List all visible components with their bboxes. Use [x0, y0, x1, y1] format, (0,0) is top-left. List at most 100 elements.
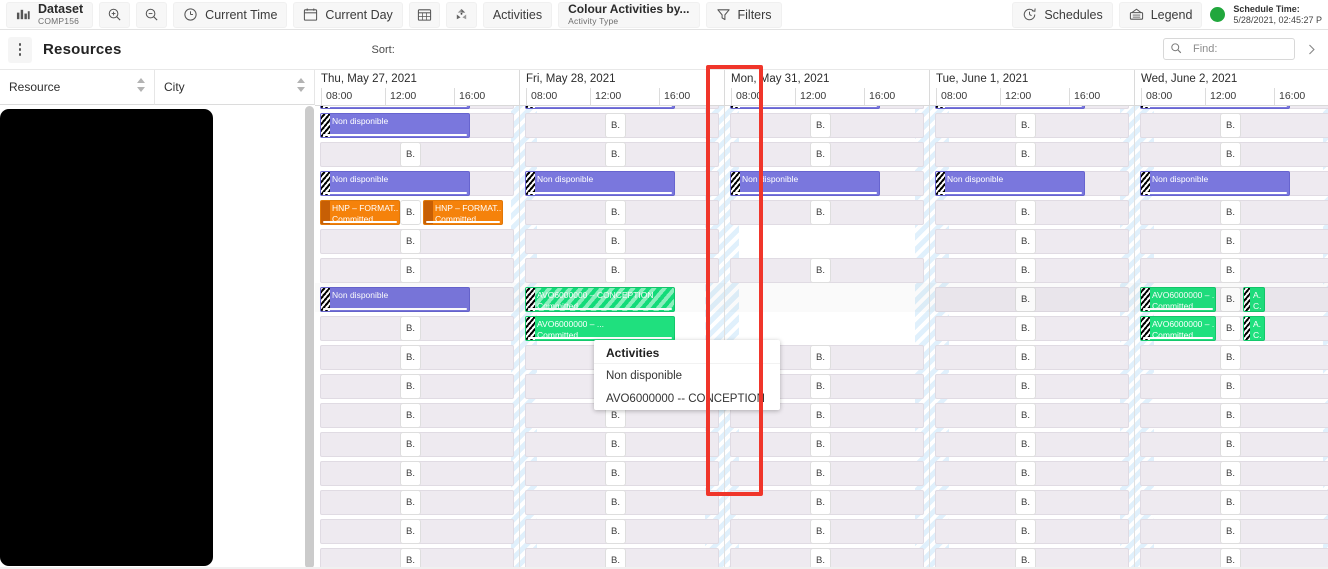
- activity-chip-b-4-2[interactable]: B.: [1220, 142, 1241, 167]
- activities-button[interactable]: Activities: [482, 1, 553, 28]
- kebab-menu-icon[interactable]: [8, 36, 32, 63]
- network-button[interactable]: [445, 1, 477, 28]
- activity-chip-b-0-2[interactable]: B.: [400, 142, 421, 167]
- activity-hnp-0-4-b[interactable]: HNP – FORMAT... Committed: [423, 200, 503, 225]
- timeline-grid[interactable]: Non disponible Non disponible B. Non dispon…: [315, 106, 1328, 569]
- activity-chip-b-3-2[interactable]: B.: [1015, 142, 1036, 167]
- activity-chip-b-3-13[interactable]: B.: [1015, 461, 1036, 486]
- activity-non-disponible-0-3[interactable]: Non disponible: [320, 171, 470, 196]
- activity-chip-b-1-2[interactable]: B.: [605, 142, 626, 167]
- activity-chip-b-4-9[interactable]: B.: [1220, 345, 1241, 370]
- activity-chip-b-2-14[interactable]: B.: [810, 490, 831, 515]
- activity-hnp-0-4-a[interactable]: HNP – FORMAT... Committed: [320, 200, 400, 225]
- activity-chip-b-3-1[interactable]: B.: [1015, 113, 1036, 138]
- activity-chip-b-0-8[interactable]: B.: [400, 316, 421, 341]
- activity-non-disponible-4-3[interactable]: Non disponible: [1140, 171, 1290, 196]
- activity-non-disponible-0-1[interactable]: Non disponible: [320, 113, 470, 138]
- activity-non-disponible-2-3[interactable]: Non disponible: [730, 171, 880, 196]
- zoom-in-button[interactable]: [99, 1, 131, 28]
- activity-chip-b-4-4[interactable]: B.: [1220, 200, 1241, 225]
- activity-chip-b-1-14[interactable]: B.: [605, 490, 626, 515]
- activity-non-disponible-0-0[interactable]: Non disponible: [320, 106, 470, 109]
- activity-chip-b-2-16[interactable]: B.: [810, 548, 831, 569]
- activity-chip-b-2-2[interactable]: B.: [810, 142, 831, 167]
- current-day-button[interactable]: Current Day: [293, 1, 403, 28]
- activities-popup-item-0[interactable]: Non disponible: [606, 370, 682, 382]
- search-input[interactable]: [1191, 42, 1288, 56]
- chevron-right-icon[interactable]: [1300, 38, 1322, 60]
- activity-chip-b-1-4[interactable]: B.: [605, 200, 626, 225]
- activity-chip-b-2-1[interactable]: B.: [810, 113, 831, 138]
- activities-popup-item-1[interactable]: AVO6000000 -- CONCEPTION: [606, 393, 765, 405]
- activity-chip-b-2-10[interactable]: B.: [810, 374, 831, 399]
- activity-avo-4-8[interactable]: AVO6000000 – ... Committed: [1140, 316, 1216, 341]
- find-input-wrapper[interactable]: [1163, 38, 1295, 60]
- activity-chip-b-4-11[interactable]: B.: [1220, 403, 1241, 428]
- activity-chip-b-3-12[interactable]: B.: [1015, 432, 1036, 457]
- activity-chip-b-0-6[interactable]: B.: [400, 258, 421, 283]
- activity-chip-b-4-16[interactable]: B.: [1220, 548, 1241, 569]
- column-header-resource[interactable]: Resource: [0, 70, 155, 105]
- activity-chip-b-3-6[interactable]: B.: [1015, 258, 1036, 283]
- colour-activities-by-button[interactable]: Colour Activities by... Activity Type: [558, 1, 700, 28]
- activity-avo-1-8[interactable]: AVO6000000 – ... Committed: [525, 316, 675, 341]
- sort-arrows-icon[interactable]: [136, 78, 145, 96]
- activity-chip-b-1-1[interactable]: B.: [605, 113, 626, 138]
- activity-chip-b-0-4[interactable]: B.: [400, 200, 421, 225]
- current-time-button[interactable]: Current Time: [173, 1, 288, 28]
- activity-chip-b-0-10[interactable]: B.: [400, 374, 421, 399]
- activity-chip-b-1-5[interactable]: B.: [605, 229, 626, 254]
- activity-chip-b-4-15[interactable]: B.: [1220, 519, 1241, 544]
- schedules-button[interactable]: Schedules: [1012, 1, 1113, 28]
- activity-chip-b-2-4[interactable]: B.: [810, 200, 831, 225]
- activity-non-disponible-1-3[interactable]: Non disponible: [525, 171, 675, 196]
- activity-chip-b-2-6[interactable]: B.: [810, 258, 831, 283]
- activity-chip-b-2-15[interactable]: B.: [810, 519, 831, 544]
- activity-chip-b-0-16[interactable]: B.: [400, 548, 421, 569]
- activity-chip-b-0-14[interactable]: B.: [400, 490, 421, 515]
- activity-chip-b-0-9[interactable]: B.: [400, 345, 421, 370]
- scrollbar-thumb[interactable]: [305, 106, 314, 569]
- filters-button[interactable]: Filters: [705, 1, 782, 28]
- activities-popup[interactable]: Activities Non disponible AVO6000000 -- …: [594, 340, 780, 410]
- activity-chip-b-4-8[interactable]: B.: [1220, 316, 1241, 341]
- schedule-time-indicator[interactable]: Schedule Time: 5/28/2021, 02:45:27 P: [1210, 4, 1322, 25]
- activity-chip-b-2-12[interactable]: B.: [810, 432, 831, 457]
- activity-chip-b-2-9[interactable]: B.: [810, 345, 831, 370]
- activity-chip-b-0-12[interactable]: B.: [400, 432, 421, 457]
- legend-button[interactable]: Legend: [1118, 1, 1203, 28]
- activity-chip-b-2-13[interactable]: B.: [810, 461, 831, 486]
- activity-ac-chip-4-8[interactable]: A. C.: [1243, 316, 1265, 341]
- activity-chip-b-4-12[interactable]: B.: [1220, 432, 1241, 457]
- activity-chip-b-4-14[interactable]: B.: [1220, 490, 1241, 515]
- activity-chip-b-1-15[interactable]: B.: [605, 519, 626, 544]
- activity-chip-b-3-4[interactable]: B.: [1015, 200, 1036, 225]
- activity-chip-b-3-15[interactable]: B.: [1015, 519, 1036, 544]
- dataset-button[interactable]: Dataset COMP156: [6, 1, 94, 28]
- activity-chip-b-0-11[interactable]: B.: [400, 403, 421, 428]
- activity-chip-b-3-10[interactable]: B.: [1015, 374, 1036, 399]
- activity-chip-b-0-15[interactable]: B.: [400, 519, 421, 544]
- activity-chip-b-3-16[interactable]: B.: [1015, 548, 1036, 569]
- activity-chip-b-4-6[interactable]: B.: [1220, 258, 1241, 283]
- activity-non-disponible-3-0[interactable]: Non disponible: [935, 106, 1085, 109]
- activity-chip-b-1-12[interactable]: B.: [605, 432, 626, 457]
- zoom-out-button[interactable]: [136, 1, 168, 28]
- activity-non-disponible-2-0[interactable]: Non disponible: [730, 106, 880, 109]
- activity-chip-b-3-5[interactable]: B.: [1015, 229, 1036, 254]
- activity-chip-b-3-8[interactable]: B.: [1015, 316, 1036, 341]
- activity-non-disponible-1-0[interactable]: Non disponible: [525, 106, 675, 109]
- column-header-city[interactable]: City: [155, 70, 315, 105]
- activity-chip-b-4-13[interactable]: B.: [1220, 461, 1241, 486]
- activity-non-disponible-4-0[interactable]: Non disponible: [1140, 106, 1290, 109]
- activity-chip-b-4-5[interactable]: B.: [1220, 229, 1241, 254]
- activity-chip-b-0-5[interactable]: B.: [400, 229, 421, 254]
- sort-arrows-icon[interactable]: [296, 78, 305, 96]
- activity-chip-b-4-10[interactable]: B.: [1220, 374, 1241, 399]
- activity-chip-b-1-13[interactable]: B.: [605, 461, 626, 486]
- activity-chip-b-1-6[interactable]: B.: [605, 258, 626, 283]
- activity-chip-b-1-16[interactable]: B.: [605, 548, 626, 569]
- activity-chip-b-3-11[interactable]: B.: [1015, 403, 1036, 428]
- calendar-grid-button[interactable]: [408, 1, 440, 28]
- activity-chip-b-3-9[interactable]: B.: [1015, 345, 1036, 370]
